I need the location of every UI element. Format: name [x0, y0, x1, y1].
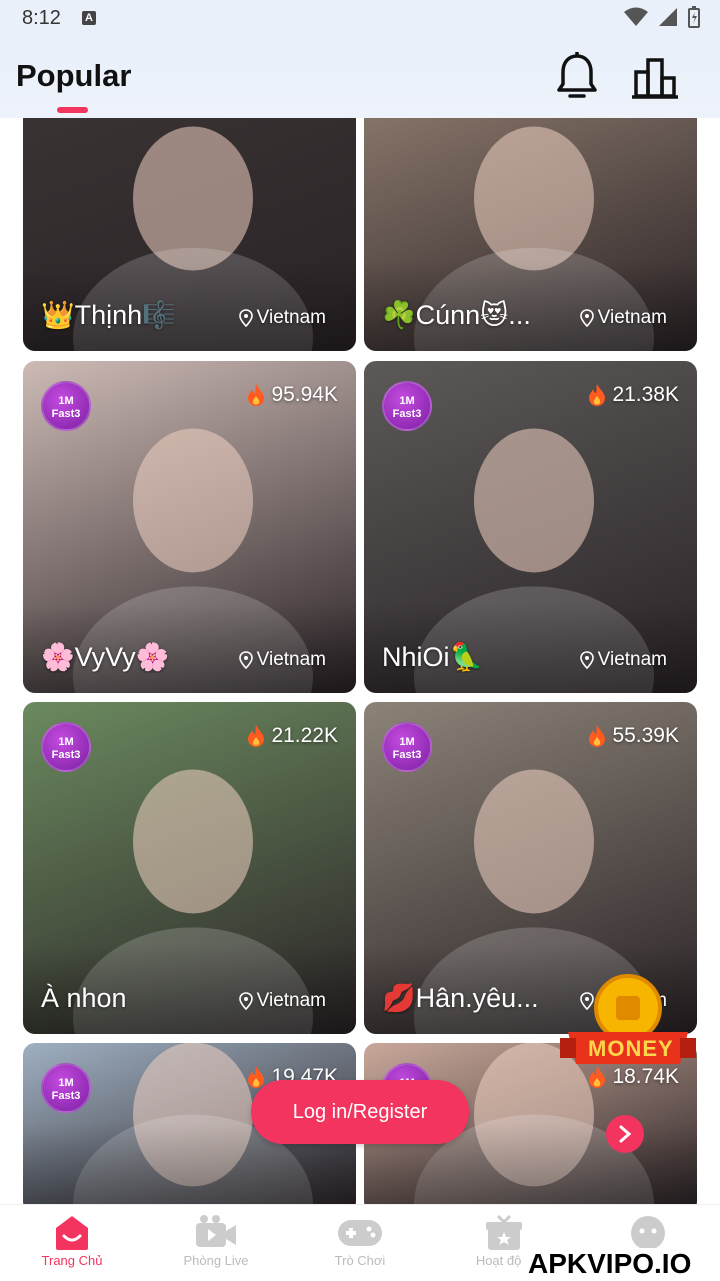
- video-icon: [196, 1215, 236, 1247]
- notification-button[interactable]: [555, 52, 599, 102]
- profile-icon: [631, 1216, 665, 1250]
- fire-icon: [248, 1066, 265, 1088]
- streamer-name: 👑Thịnh🎼: [41, 300, 176, 330]
- event-badge: 1M Fast3: [41, 381, 91, 431]
- streamer-location: Vietnam: [579, 649, 667, 671]
- location-text: Vietnam: [256, 649, 326, 670]
- streamer-location: Vietnam: [238, 307, 326, 329]
- location-pin-icon: [238, 992, 253, 1010]
- money-label: MONEY: [588, 1036, 674, 1061]
- live-card[interactable]: 1M Fast3 95.94K 🌸VyVy🌸 Vietnam: [23, 361, 356, 693]
- nav-label-live: Phòng Live: [183, 1253, 249, 1268]
- bell-icon: [557, 52, 597, 98]
- nav-item-games[interactable]: Trò Chơi: [300, 1213, 420, 1268]
- location-pin-icon: [579, 309, 594, 327]
- ranking-button[interactable]: [632, 54, 680, 102]
- streamer-location: Vietnam: [238, 649, 326, 671]
- fire-icon: [589, 725, 606, 747]
- tab-popular[interactable]: Popular: [16, 58, 131, 94]
- fire-icon: [589, 384, 606, 406]
- ranking-icon: [632, 58, 678, 99]
- viewer-count-value: 21.38K: [612, 383, 679, 406]
- nav-item-home[interactable]: Trang Chủ: [12, 1213, 132, 1268]
- location-text: Vietnam: [256, 307, 326, 328]
- chevron-right-icon: [619, 1125, 632, 1143]
- event-badge: 1M Fast3: [382, 381, 432, 431]
- streamer-location: Vietnam: [579, 307, 667, 329]
- signal-icon: [659, 8, 677, 26]
- top-header: Popular: [0, 38, 720, 118]
- nav-item-profile[interactable]: [588, 1213, 708, 1253]
- battery-icon: [688, 6, 700, 28]
- viewer-count-value: 21.22K: [271, 724, 338, 747]
- nav-label-home: Trang Chủ: [41, 1253, 103, 1268]
- status-bar: 8:12 A: [0, 0, 720, 38]
- live-card[interactable]: ☘️Cúnn😻... Vietnam: [364, 118, 697, 351]
- location-text: Vietnam: [597, 307, 667, 328]
- event-badge: 1M Fast3: [41, 1063, 91, 1113]
- login-register-button[interactable]: Log in/Register: [251, 1080, 469, 1144]
- viewer-count: 95.94K: [247, 383, 338, 407]
- live-card[interactable]: 1M Fast3 21.38K NhiOi🦜 Vietnam: [364, 361, 697, 693]
- live-card[interactable]: 👑Thịnh🎼 Vietnam: [23, 118, 356, 351]
- location-text: Vietnam: [597, 649, 667, 670]
- status-time: 8:12: [22, 7, 61, 29]
- viewer-count: 55.39K: [588, 724, 679, 748]
- event-badge: 1M Fast3: [382, 722, 432, 772]
- wifi-icon: [624, 7, 648, 26]
- location-pin-icon: [238, 309, 253, 327]
- viewer-count-value: 55.39K: [612, 724, 679, 747]
- streamer-name: À nhon: [41, 983, 127, 1013]
- viewer-count-value: 95.94K: [271, 383, 338, 406]
- fire-icon: [248, 725, 265, 747]
- viewer-count: 21.38K: [588, 383, 679, 407]
- viewer-count: 21.22K: [247, 724, 338, 748]
- tab-underline: [57, 107, 88, 113]
- money-coin-icon: [560, 974, 696, 1064]
- live-card[interactable]: 1M Fast3 21.22K À nhon Vietnam: [23, 702, 356, 1034]
- nav-item-live[interactable]: Phòng Live: [156, 1213, 276, 1268]
- fire-icon: [248, 384, 265, 406]
- streamer-location: Vietnam: [238, 990, 326, 1012]
- event-badge: 1M Fast3: [41, 722, 91, 772]
- location-pin-icon: [238, 651, 253, 669]
- watermark: APKVIPO.IO: [522, 1248, 698, 1280]
- next-button[interactable]: [606, 1115, 644, 1153]
- home-icon: [56, 1216, 88, 1250]
- notification-icon: A: [82, 11, 96, 25]
- money-widget[interactable]: MONEY: [560, 972, 696, 1082]
- streamer-name: 🌸VyVy🌸: [41, 642, 170, 672]
- gamepad-icon: [338, 1220, 382, 1246]
- streamer-name: 💋Hân.yêu...: [382, 983, 539, 1013]
- location-text: Vietnam: [256, 990, 326, 1011]
- nav-label-games: Trò Chơi: [334, 1253, 386, 1268]
- streamer-name: NhiOi🦜: [382, 642, 484, 672]
- streamer-name: ☘️Cúnn😻...: [382, 300, 531, 330]
- gift-icon: [486, 1214, 522, 1250]
- location-pin-icon: [579, 651, 594, 669]
- status-icons: [624, 6, 700, 28]
